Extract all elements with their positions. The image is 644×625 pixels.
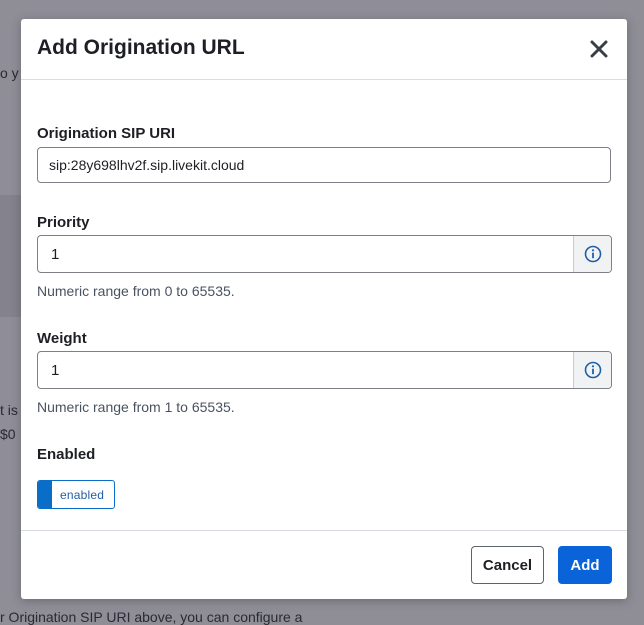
enabled-toggle[interactable]: enabled [37, 480, 115, 509]
close-icon [590, 40, 608, 58]
weight-input-group [37, 351, 612, 389]
priority-input-group [37, 235, 612, 273]
cancel-button[interactable]: Cancel [471, 546, 544, 584]
info-icon [584, 361, 601, 379]
close-button[interactable] [587, 37, 611, 61]
modal-title: Add Origination URL [37, 36, 245, 59]
priority-help-text: Numeric range from 0 to 65535. [37, 283, 235, 299]
add-origination-url-modal: Add Origination URL Origination SIP URI … [21, 19, 627, 599]
add-button[interactable]: Add [558, 546, 612, 584]
sip-uri-input[interactable] [37, 147, 611, 183]
info-icon [584, 245, 601, 263]
priority-info-button[interactable] [573, 236, 611, 272]
modal-header: Add Origination URL [21, 19, 627, 80]
sip-uri-label: Origination SIP URI [37, 125, 176, 142]
weight-help-text: Numeric range from 1 to 65535. [37, 399, 235, 415]
background-text: t is [0, 402, 18, 418]
background-text: o y [0, 65, 19, 81]
toggle-knob [38, 481, 52, 508]
enabled-label: Enabled [37, 446, 96, 463]
weight-input[interactable] [38, 352, 575, 388]
background-text: $0 [0, 426, 16, 442]
toggle-label: enabled [60, 488, 105, 502]
priority-label: Priority [37, 214, 90, 231]
modal-footer: Cancel Add [21, 530, 627, 599]
weight-label: Weight [37, 330, 87, 347]
background-text: r Origination SIP URI above, you can con… [0, 609, 303, 625]
priority-input[interactable] [38, 236, 575, 272]
weight-info-button[interactable] [573, 352, 611, 388]
